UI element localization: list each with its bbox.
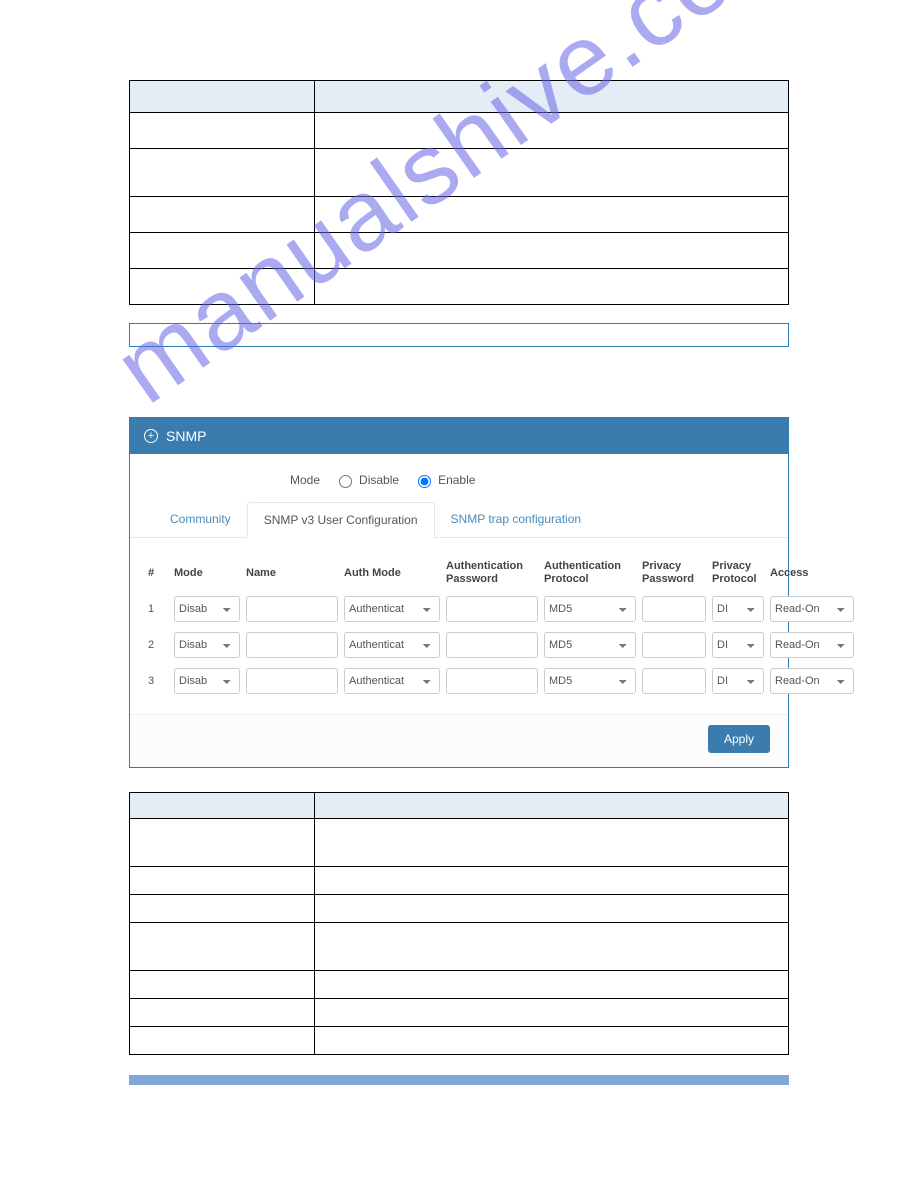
col-priv-protocol: Privacy Protocol [712,560,764,586]
name-input[interactable] [246,596,338,622]
col-num: # [148,567,168,580]
name-input[interactable] [246,668,338,694]
priv-protocol-select[interactable]: DI [712,668,764,694]
col-name: Name [246,567,338,580]
tab-snmp-trap[interactable]: SNMP trap configuration [435,502,598,537]
panel-title: SNMP [166,428,206,444]
table-row: 1 Disab Authenticat MD5 DI Read-On [148,596,770,622]
priv-protocol-select[interactable]: DI [712,596,764,622]
priv-protocol-select[interactable]: DI [712,632,764,658]
tab-snmp-v3-user[interactable]: SNMP v3 User Configuration [247,502,435,538]
snmp-panel: + SNMP Mode Disable Enable Community SNM… [129,417,789,768]
priv-password-input[interactable] [642,668,706,694]
radio-enable-label: Enable [438,473,475,487]
access-select[interactable]: Read-On [770,632,854,658]
plus-icon: + [144,429,158,443]
mode-select[interactable]: Disab [174,596,240,622]
mode-label: Mode [290,473,320,487]
name-input[interactable] [246,632,338,658]
auth-mode-select[interactable]: Authenticat [344,668,440,694]
col-auth-mode: Auth Mode [344,567,440,580]
col-mode: Mode [174,567,240,580]
radio-disable-input[interactable] [339,475,352,488]
apply-button[interactable]: Apply [708,725,770,753]
radio-disable[interactable]: Disable [334,472,399,488]
row-num: 2 [148,639,168,651]
mode-select[interactable]: Disab [174,668,240,694]
auth-password-input[interactable] [446,668,538,694]
footer-bar [129,1075,789,1085]
auth-mode-select[interactable]: Authenticat [344,596,440,622]
radio-enable[interactable]: Enable [413,472,475,488]
grid-header: # Mode Name Auth Mode Authentication Pas… [148,560,770,586]
doc-table-bottom [129,792,789,1055]
auth-password-input[interactable] [446,596,538,622]
separator-box [129,323,789,347]
panel-footer: Apply [130,714,788,767]
priv-password-input[interactable] [642,596,706,622]
radio-enable-input[interactable] [418,475,431,488]
auth-protocol-select[interactable]: MD5 [544,668,636,694]
col-auth-password: Authentication Password [446,560,538,586]
row-num: 1 [148,603,168,615]
tab-community[interactable]: Community [154,502,247,537]
col-priv-password: Privacy Password [642,560,706,586]
table-row: 2 Disab Authenticat MD5 DI Read-On [148,632,770,658]
auth-mode-select[interactable]: Authenticat [344,632,440,658]
mode-row: Mode Disable Enable [130,472,788,502]
col-auth-protocol: Authentication Protocol [544,560,636,586]
auth-password-input[interactable] [446,632,538,658]
tab-bar: Community SNMP v3 User Configuration SNM… [130,502,788,538]
access-select[interactable]: Read-On [770,668,854,694]
access-select[interactable]: Read-On [770,596,854,622]
row-num: 3 [148,675,168,687]
priv-password-input[interactable] [642,632,706,658]
radio-disable-label: Disable [359,473,399,487]
auth-protocol-select[interactable]: MD5 [544,632,636,658]
doc-table-top [129,80,789,305]
table-row: 3 Disab Authenticat MD5 DI Read-On [148,668,770,694]
col-access: Access [770,567,854,580]
auth-protocol-select[interactable]: MD5 [544,596,636,622]
mode-select[interactable]: Disab [174,632,240,658]
panel-header: + SNMP [130,418,788,454]
user-grid: # Mode Name Auth Mode Authentication Pas… [130,538,788,714]
